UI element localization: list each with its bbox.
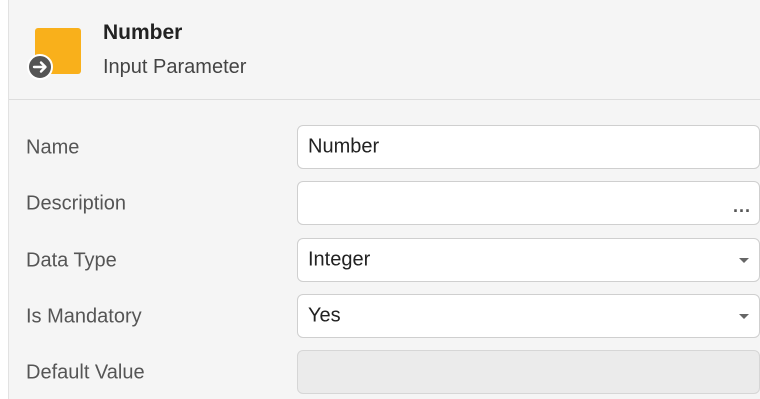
default-value-label: Default Value — [26, 361, 145, 384]
description-label: Description — [26, 192, 127, 215]
is-mandatory-select[interactable]: Yes — [297, 294, 760, 338]
element-type: Input Parameter — [103, 56, 247, 78]
property-row-is-mandatory: Is Mandatory Yes — [9, 294, 760, 340]
default-value-input[interactable] — [297, 350, 760, 394]
name-label: Name — [26, 136, 80, 159]
property-row-name: Name Number — [9, 125, 760, 171]
input-parameter-icon — [27, 22, 87, 82]
header-divider — [9, 99, 760, 100]
is-mandatory-value: Yes — [308, 304, 341, 327]
properties-panel: Number Input Parameter Name Number Descr… — [8, 0, 760, 399]
properties-header: Number Input Parameter — [9, 0, 760, 100]
arrow-right-circle-icon — [27, 54, 53, 80]
property-row-default-value: Default Value — [9, 350, 760, 396]
data-type-label: Data Type — [26, 249, 117, 272]
chevron-down-icon[interactable] — [739, 258, 749, 263]
name-input[interactable]: Number — [297, 125, 760, 169]
data-type-value: Integer — [308, 248, 371, 271]
element-title: Number — [103, 21, 183, 44]
description-editor-button[interactable]: ... — [733, 196, 751, 217]
description-input[interactable]: ... — [297, 181, 760, 225]
property-row-data-type: Data Type Integer — [9, 238, 760, 284]
property-row-description: Description ... — [9, 181, 760, 227]
is-mandatory-label: Is Mandatory — [26, 305, 142, 328]
data-type-select[interactable]: Integer — [297, 238, 760, 282]
chevron-down-icon[interactable] — [739, 314, 749, 319]
name-value: Number — [308, 135, 380, 158]
